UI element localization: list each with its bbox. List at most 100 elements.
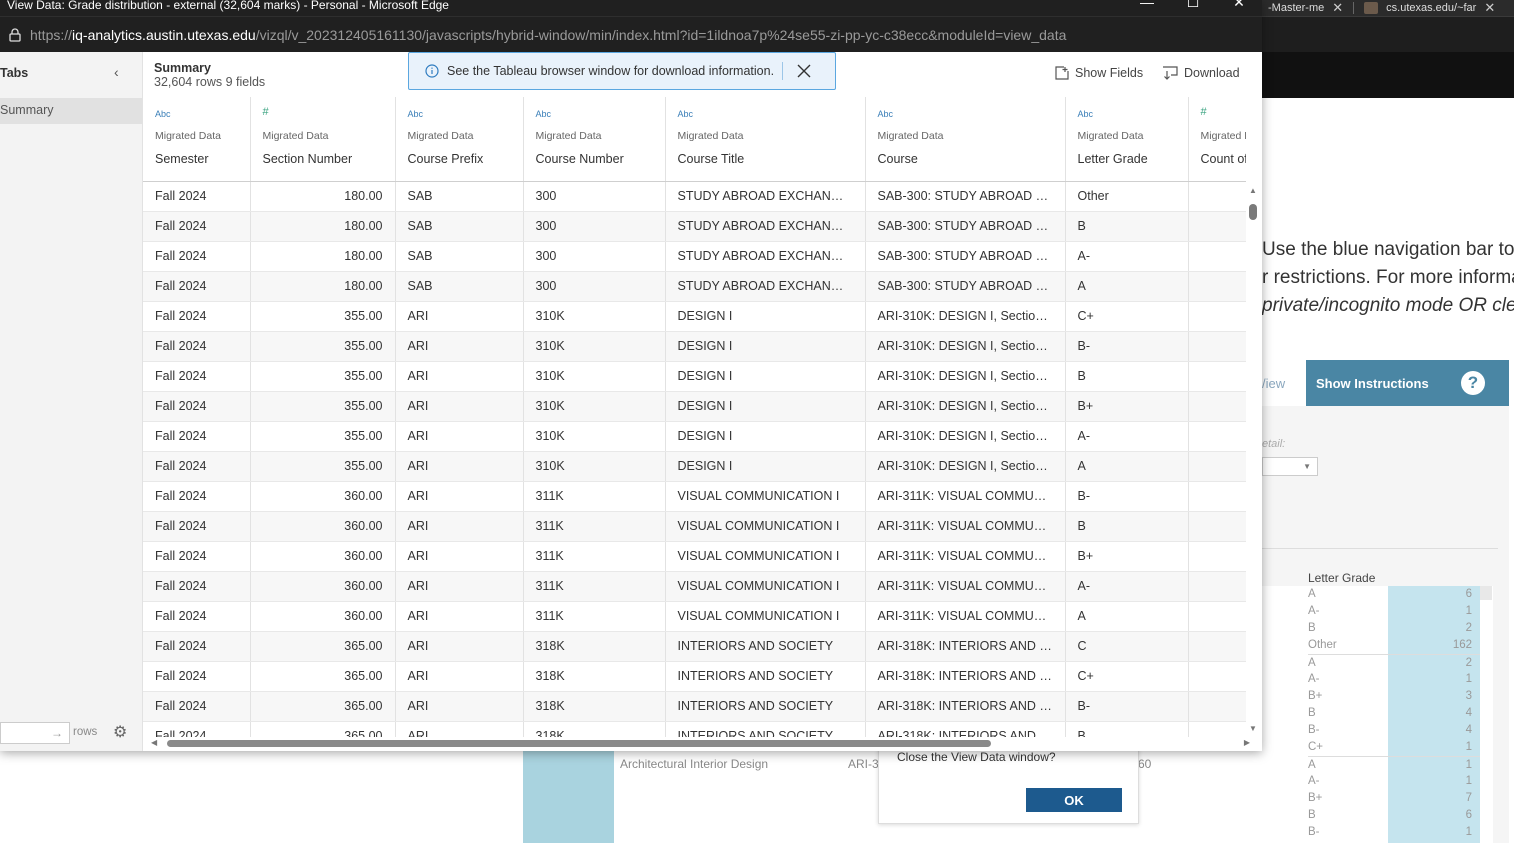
column-header[interactable]: # Migrated Data Section Number bbox=[250, 97, 396, 182]
table-cell: SAB bbox=[395, 241, 524, 272]
vertical-scrollbar[interactable]: ▲ ▼ bbox=[1246, 182, 1260, 737]
grade-list-item: A2 bbox=[1308, 654, 1480, 671]
table-cell: B bbox=[1065, 211, 1189, 242]
column-header[interactable]: Abc Migrated Data Letter Grade bbox=[1065, 97, 1189, 182]
table-cell: DESIGN I bbox=[665, 361, 866, 392]
column-header[interactable]: Abc Migrated Data Semester bbox=[143, 97, 251, 182]
grade-count: 2 bbox=[1465, 657, 1472, 669]
grade-label: B bbox=[1308, 622, 1316, 634]
table-row[interactable]: Fall 2024 355.00 ARI 310K DESIGN I ARI-310K: … bbox=[143, 421, 1246, 452]
table-row[interactable]: Fall 2024 365.00 ARI 318K INTERIORS AND SOCI… bbox=[143, 721, 1246, 737]
maximize-icon[interactable]: ☐ bbox=[1183, 0, 1203, 9]
table-cell: 360.00 bbox=[250, 601, 396, 632]
address-bar[interactable]: https://iq-analytics.austin.utexas.edu/v… bbox=[0, 16, 1262, 52]
table-row[interactable]: Fall 2024 365.00 ARI 318K INTERIORS AND SOCI… bbox=[143, 631, 1246, 662]
add-field-icon bbox=[1055, 66, 1069, 80]
table-cell: VISUAL COMMUNICATION I bbox=[665, 601, 866, 632]
table-row[interactable]: Fall 2024 355.00 ARI 310K DESIGN I ARI-310K: … bbox=[143, 301, 1246, 332]
table-body: Fall 2024 180.00 SAB 300 STUDY ABROAD EXCHAN… bbox=[143, 181, 1246, 737]
table-cell: ARI bbox=[395, 481, 524, 512]
info-icon bbox=[425, 64, 439, 78]
background-tab[interactable]: cs.utexas.edu/~far ✕ bbox=[1358, 0, 1501, 16]
table-row[interactable]: Fall 2024 180.00 SAB 300 STUDY ABROAD EXCHAN… bbox=[143, 241, 1246, 272]
scroll-right-icon[interactable]: ▶ bbox=[1244, 738, 1250, 747]
grade-label: Other bbox=[1308, 639, 1337, 651]
show-fields-button[interactable]: Show Fields bbox=[1055, 66, 1143, 80]
scrollbar-thumb[interactable] bbox=[167, 740, 991, 747]
scroll-up-icon[interactable]: ▲ bbox=[1249, 186, 1257, 195]
table-row[interactable]: Fall 2024 355.00 ARI 310K DESIGN I ARI-310K: … bbox=[143, 361, 1246, 392]
table-row[interactable]: Fall 2024 360.00 ARI 311K VISUAL COMMUNICATI… bbox=[143, 481, 1246, 512]
column-header[interactable]: Abc Migrated Data Course Number bbox=[523, 97, 666, 182]
close-icon[interactable] bbox=[797, 64, 811, 78]
table-row[interactable]: Fall 2024 360.00 ARI 311K VISUAL COMMUNICATI… bbox=[143, 541, 1246, 572]
dialog-message: Close the View Data window? bbox=[897, 750, 1056, 764]
table-cell bbox=[1188, 691, 1246, 722]
close-window-icon[interactable]: ✕ bbox=[1229, 0, 1249, 9]
table-row[interactable]: Fall 2024 365.00 ARI 318K INTERIORS AND SOCI… bbox=[143, 691, 1246, 722]
table-row[interactable]: Fall 2024 355.00 ARI 310K DESIGN I ARI-310K: … bbox=[143, 391, 1246, 422]
grade-label: A bbox=[1308, 759, 1316, 771]
view-link[interactable]: /iew bbox=[1262, 376, 1285, 391]
table-row[interactable]: Fall 2024 355.00 ARI 310K DESIGN I ARI-310K: … bbox=[143, 451, 1246, 482]
table-cell: 311K bbox=[523, 511, 666, 542]
close-icon[interactable]: ✕ bbox=[1484, 0, 1495, 16]
view-data-window: View Data: Grade distribution - external… bbox=[0, 0, 1262, 751]
show-instructions-button[interactable]: Show Instructions ? bbox=[1306, 360, 1509, 406]
chevron-down-icon: ▼ bbox=[1303, 462, 1311, 471]
table-row[interactable]: Fall 2024 180.00 SAB 300 STUDY ABROAD EXCHAN… bbox=[143, 211, 1246, 242]
table-cell bbox=[1188, 241, 1246, 272]
tab-summary[interactable]: Summary bbox=[0, 98, 142, 124]
grade-count: 6 bbox=[1465, 588, 1472, 600]
url-host: iq-analytics.austin.utexas.edu bbox=[72, 26, 256, 43]
table-row[interactable]: Fall 2024 365.00 ARI 318K INTERIORS AND SOCI… bbox=[143, 661, 1246, 692]
ok-button[interactable]: OK bbox=[1026, 788, 1122, 812]
table-cell bbox=[1188, 601, 1246, 632]
column-header[interactable]: Abc Migrated Data Course Prefix bbox=[395, 97, 524, 182]
scroll-down-icon[interactable]: ▼ bbox=[1249, 724, 1257, 733]
grade-count: 1 bbox=[1465, 605, 1472, 617]
table-row[interactable]: Fall 2024 355.00 ARI 310K DESIGN I ARI-310K: … bbox=[143, 331, 1246, 362]
horizontal-scrollbar[interactable]: ◀ ▶ bbox=[143, 737, 1250, 751]
table-cell: Fall 2024 bbox=[143, 451, 251, 482]
table-cell: ARI bbox=[395, 691, 524, 722]
chevron-left-icon[interactable]: ‹ bbox=[114, 64, 119, 80]
table-cell: ARI-318K: INTERIORS AND S... bbox=[865, 631, 1066, 662]
background-tab[interactable]: -Master-me ✕ bbox=[1262, 0, 1349, 16]
banner-text: See the Tableau browser window for downl… bbox=[447, 64, 775, 78]
grade-count: 1 bbox=[1465, 741, 1472, 753]
minimize-icon[interactable]: — bbox=[1137, 0, 1157, 9]
grade-list-item: B+ 3 bbox=[1308, 688, 1480, 705]
table-cell: ARI bbox=[395, 661, 524, 692]
table-cell bbox=[1188, 631, 1246, 662]
table-row[interactable]: Fall 2024 360.00 ARI 311K VISUAL COMMUNICATI… bbox=[143, 601, 1246, 632]
table-row[interactable]: Fall 2024 180.00 SAB 300 STUDY ABROAD EXCHAN… bbox=[143, 271, 1246, 302]
gear-icon[interactable]: ⚙ bbox=[113, 722, 127, 742]
table-cell: 310K bbox=[523, 421, 666, 452]
table-row[interactable]: Fall 2024 360.00 ARI 311K VISUAL COMMUNICATI… bbox=[143, 571, 1246, 602]
grade-list-item: B4 bbox=[1308, 705, 1480, 722]
table-row[interactable]: Fall 2024 360.00 ARI 311K VISUAL COMMUNICATI… bbox=[143, 511, 1246, 542]
grade-count: 6 bbox=[1465, 809, 1472, 821]
table-cell: Fall 2024 bbox=[143, 421, 251, 452]
table-cell: 311K bbox=[523, 541, 666, 572]
download-button[interactable]: Download bbox=[1162, 66, 1240, 80]
background-navbar bbox=[1262, 52, 1514, 98]
table-row[interactable]: Fall 2024 180.00 SAB 300 STUDY ABROAD EXCHAN… bbox=[143, 181, 1246, 212]
column-header[interactable]: # Migrated Dat Count of le bbox=[1188, 97, 1246, 182]
grade-label: B bbox=[1308, 707, 1316, 719]
grade-count: 4 bbox=[1465, 724, 1472, 736]
background-tab-label: -Master-me bbox=[1268, 2, 1325, 14]
table-cell: ARI bbox=[395, 541, 524, 572]
rows-input[interactable]: → bbox=[0, 722, 70, 744]
close-view-data-dialog: Close the View Data window? OK bbox=[878, 740, 1139, 824]
column-header[interactable]: Abc Migrated Data Course bbox=[865, 97, 1066, 182]
column-header[interactable]: Abc Migrated Data Course Title bbox=[665, 97, 866, 182]
table-cell: A- bbox=[1065, 571, 1189, 602]
scroll-left-icon[interactable]: ◀ bbox=[151, 738, 157, 747]
table-cell bbox=[1188, 571, 1246, 602]
table-cell: C+ bbox=[1065, 301, 1189, 332]
detail-dropdown[interactable]: ▼ bbox=[1262, 457, 1318, 476]
close-icon[interactable]: ✕ bbox=[1332, 0, 1343, 16]
scrollbar-thumb[interactable] bbox=[1249, 204, 1257, 220]
